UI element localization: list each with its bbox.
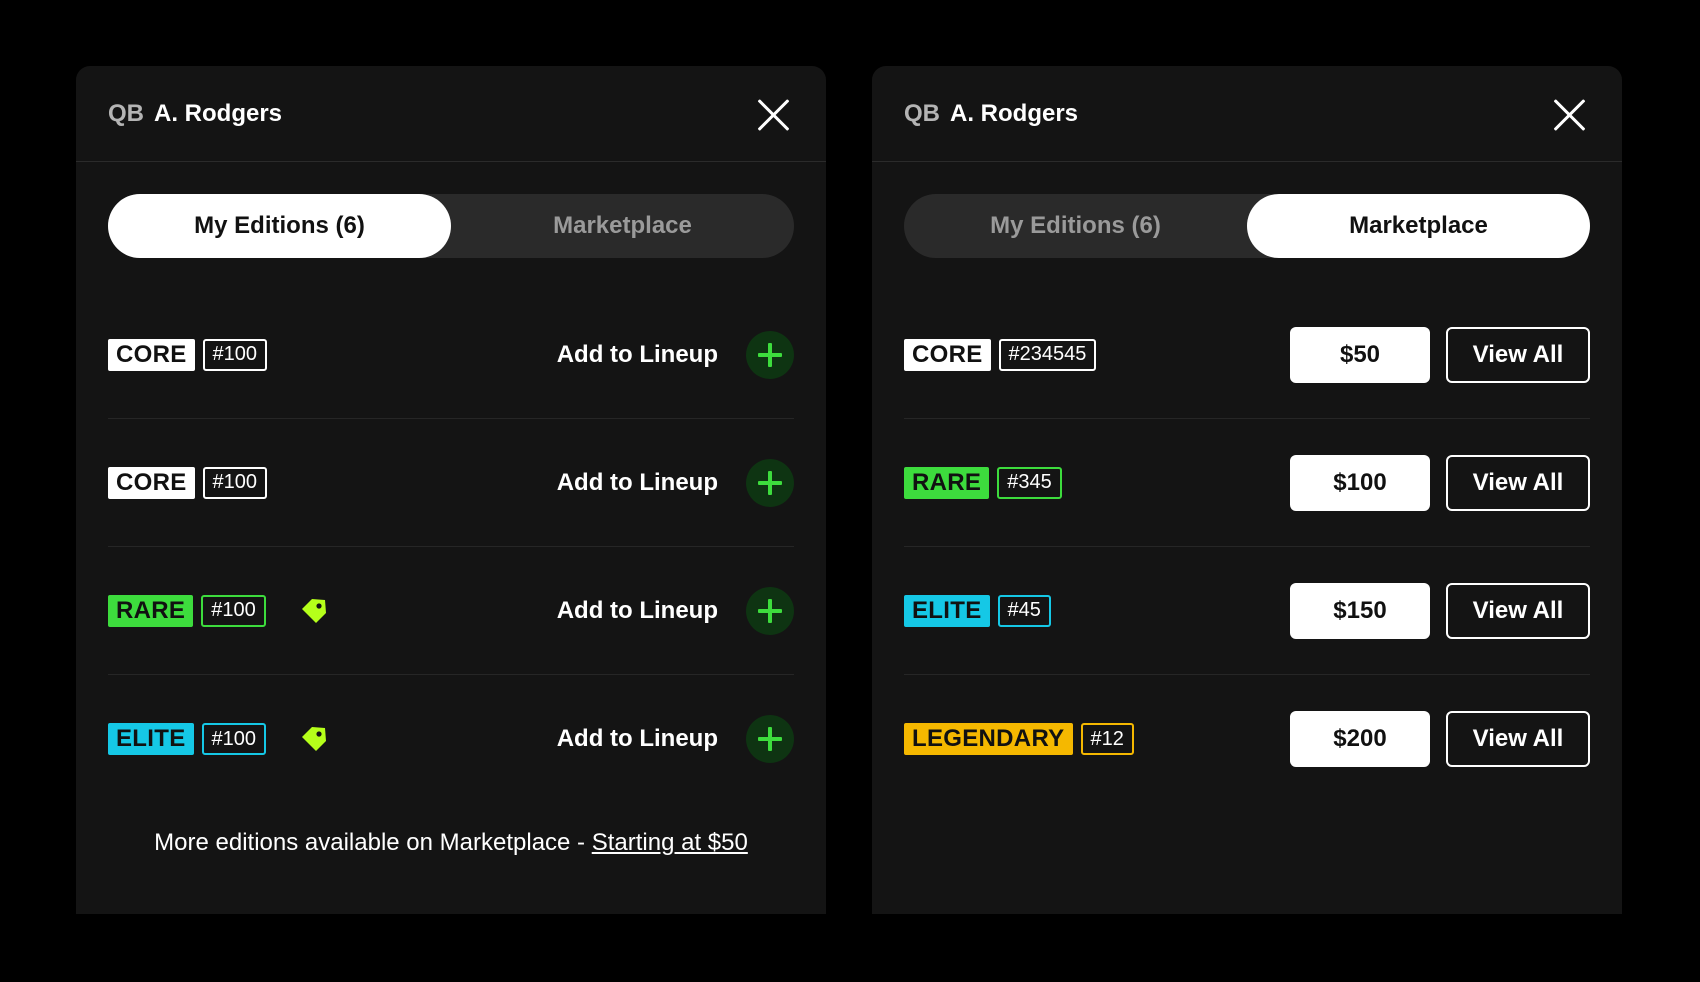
list-item: CORE #100 Add to Lineup	[108, 419, 794, 547]
serial-badge: #234545	[998, 338, 1097, 371]
close-icon[interactable]	[1552, 98, 1586, 132]
tab-my-editions[interactable]: My Editions (6)	[904, 194, 1247, 258]
price-tag-icon	[302, 727, 327, 751]
view-all-button[interactable]: View All	[1446, 582, 1590, 639]
close-icon[interactable]	[756, 98, 790, 132]
list-item: RARE #345 $100 View All	[904, 419, 1590, 547]
marketplace-note-text: More editions available on Marketplace -	[154, 829, 592, 856]
list-item: RARE #100 Add to Lineup	[108, 547, 794, 675]
serial-badge: #100	[202, 338, 268, 371]
tier-badge: CORE	[904, 338, 991, 371]
tier-badge: RARE	[108, 594, 194, 627]
list-item: CORE #100 Add to Lineup	[108, 291, 794, 419]
stage: QB A. Rodgers My Editions (6) Marketplac…	[0, 0, 1700, 982]
add-to-lineup-label[interactable]: Add to Lineup	[557, 725, 718, 753]
price-tag-icon	[301, 598, 326, 623]
add-to-lineup-label[interactable]: Add to Lineup	[557, 469, 718, 497]
view-all-button[interactable]: View All	[1446, 454, 1590, 511]
list-item: LEGENDARY #12 $200 View All	[904, 675, 1590, 803]
player-position: QB	[108, 99, 144, 127]
tier-badge: ELITE	[904, 594, 990, 627]
tier-badge: LEGENDARY	[904, 723, 1073, 755]
tab-my-editions[interactable]: My Editions (6)	[108, 194, 451, 258]
marketplace-note: More editions available on Marketplace -…	[76, 829, 826, 857]
tier-badge: RARE	[904, 466, 990, 499]
add-to-lineup-label[interactable]: Add to Lineup	[557, 341, 718, 369]
add-plus-icon[interactable]	[746, 715, 794, 763]
add-plus-icon[interactable]	[746, 458, 794, 507]
player-position: QB	[904, 99, 940, 127]
panel-header: QB A. Rodgers	[872, 66, 1622, 162]
player-name: A. Rodgers	[154, 99, 283, 127]
marketplace-starting-price-link[interactable]: Starting at $50	[592, 829, 748, 856]
player-name: A. Rodgers	[950, 99, 1079, 127]
tab-marketplace[interactable]: Marketplace	[1247, 194, 1590, 258]
tier-badge: CORE	[108, 466, 195, 499]
price-button[interactable]: $50	[1290, 326, 1430, 383]
serial-badge: #345	[997, 466, 1062, 499]
add-plus-icon[interactable]	[746, 586, 794, 635]
list-item: ELITE #45 $150 View All	[904, 547, 1590, 675]
tab-switcher: My Editions (6) Marketplace	[904, 194, 1590, 258]
my-editions-panel: QB A. Rodgers My Editions (6) Marketplac…	[76, 66, 826, 914]
tab-switcher: My Editions (6) Marketplace	[108, 194, 794, 258]
list-item: CORE #234545 $50 View All	[904, 291, 1590, 419]
tab-marketplace[interactable]: Marketplace	[451, 194, 794, 258]
marketplace-list: CORE #234545 $50 View All RARE #345 $100…	[904, 326, 1590, 803]
panel-header: QB A. Rodgers	[76, 66, 826, 162]
price-button[interactable]: $150	[1290, 582, 1430, 639]
price-button[interactable]: $200	[1290, 711, 1430, 767]
list-item: ELITE #100 Add to Lineup	[108, 675, 794, 803]
marketplace-panel: QB A. Rodgers My Editions (6) Marketplac…	[872, 66, 1622, 914]
serial-badge: #45	[997, 594, 1051, 627]
add-plus-icon[interactable]	[746, 330, 794, 379]
add-to-lineup-label[interactable]: Add to Lineup	[557, 597, 718, 625]
serial-badge: #100	[202, 466, 268, 499]
serial-badge: #12	[1080, 723, 1134, 755]
view-all-button[interactable]: View All	[1446, 711, 1590, 767]
serial-badge: #100	[201, 723, 267, 755]
tier-badge: ELITE	[108, 723, 194, 755]
price-button[interactable]: $100	[1290, 454, 1430, 511]
serial-badge: #100	[201, 594, 266, 627]
editions-list: CORE #100 Add to Lineup CORE #100 Add to…	[108, 330, 794, 803]
view-all-button[interactable]: View All	[1446, 326, 1590, 383]
tier-badge: CORE	[108, 338, 195, 371]
